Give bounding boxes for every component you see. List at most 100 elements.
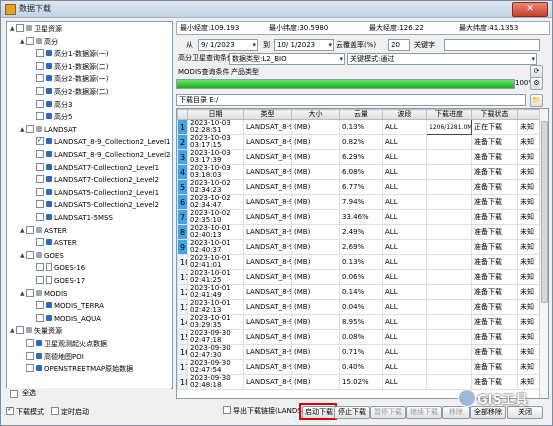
tree-node-checkbox[interactable] [36,49,44,58]
tree-node-checkbox[interactable] [36,263,44,272]
tree-node[interactable]: 高德地图POI [20,351,84,362]
row-number[interactable]: 12 [177,284,188,300]
table-row[interactable]: 102023-10-01 02:41:01LANDSAT_8-9...(MB)0… [177,254,541,270]
column-header[interactable]: 云量 [339,109,383,120]
row-number[interactable]: 1 [177,119,188,135]
row-number[interactable]: 11 [177,269,188,285]
tree-node-checkbox[interactable] [16,24,24,32]
tree-node[interactable]: 高分5 [30,112,72,122]
tree-node-checkbox[interactable] [36,187,44,196]
tree-node-checkbox[interactable] [36,112,44,121]
browse-folder-button[interactable]: 📁 [530,94,543,107]
table-row[interactable]: 52023-10-02 02:34:23LANDSAT_8-9...(MB)6.… [177,179,541,195]
table-row[interactable]: 162023-09-30 02:47:30LANDSAT_8-9...(MB)0… [177,344,541,360]
row-number[interactable]: 4 [177,164,188,180]
tree-node[interactable]: LANDSAT1-5MSS [30,213,113,223]
tree-node[interactable]: LANDSAT7-Collection2_Level1 [30,162,159,173]
table-row[interactable]: 172023-09-30 02:47:54LANDSAT_8-9...(MB)0… [177,359,541,375]
table-row[interactable]: 132023-10-01 02:42:13LANDSAT_8-9...(MB)0… [177,299,541,315]
column-header[interactable] [517,109,541,120]
row-number[interactable]: 17 [177,359,188,375]
row-number[interactable]: 8 [177,224,188,240]
to-date-picker[interactable]: 10/ 1/2023 [274,39,334,51]
tree-node-checkbox[interactable] [36,87,44,95]
row-number[interactable]: 10 [177,254,188,270]
tree-node-checkbox[interactable] [26,364,34,373]
tree-node[interactable]: ▲ MODIS [20,288,67,299]
column-header[interactable]: 下载进度 [426,109,472,120]
row-number[interactable]: 6 [177,194,188,210]
tree-node-checkbox[interactable] [36,276,44,284]
row-number[interactable]: 3 [177,149,188,165]
tree-node-checkbox[interactable] [26,339,34,347]
tree-node-checkbox[interactable] [36,99,44,108]
tree-node[interactable]: ▲ 矢量资源 [10,326,62,336]
table-row[interactable]: 12023-10-03 02:28:51LANDSAT_8-9...(MB)0.… [177,119,541,135]
row-number[interactable]: 9 [177,239,188,255]
select-all-checkbox[interactable] [10,390,18,398]
row-number[interactable]: 16 [177,344,188,360]
tree-node[interactable]: 高分1-数据源(二) [30,61,108,72]
tree-node[interactable]: 卫星观测起火点数据 [20,339,107,349]
row-number[interactable]: 13 [177,299,188,315]
table-row[interactable]: 122023-10-01 02:41:49LANDSAT_8-9...(MB)0… [177,284,541,300]
table-row[interactable]: 152023-09-30 02:47:18LANDSAT_8-9...(MB)0… [177,329,541,345]
tree-node-checkbox[interactable] [26,36,34,45]
resume-download-button[interactable]: 继续下载 [406,406,442,419]
table-scrollbar[interactable] [539,109,548,398]
tree-node[interactable]: 高分2-数据源(二) [30,87,108,97]
tree-node[interactable]: ASTER [30,238,77,248]
stop-download-button[interactable]: 停止下载 [334,406,370,419]
column-header[interactable]: 类型 [243,109,292,120]
tree-node[interactable]: 高分3 [30,99,72,110]
tree-node[interactable]: ▲ ASTER [20,225,67,236]
tree-node[interactable]: 高分1-数据源(一) [30,49,108,59]
row-number[interactable]: 2 [177,134,188,150]
table-row[interactable]: 92023-10-01 02:40:37LANDSAT_8-9...(MB)2.… [177,239,541,255]
scrollbar-thumb[interactable] [541,121,548,303]
tree-node[interactable]: ▲ LANDSAT [20,124,77,135]
row-number[interactable]: 15 [177,329,188,345]
tree-node[interactable]: LANDSAT_8-9_Collection2_Level2 [30,150,171,160]
pause-download-button[interactable]: 暂停下载 [370,406,406,419]
tree-node-checkbox[interactable] [26,124,34,133]
tree-node-checkbox[interactable] [26,225,34,234]
table-row[interactable]: 42023-10-03 03:18:03LANDSAT_8-9...(MB)6.… [177,164,541,180]
table-row[interactable]: 82023-10-01 02:40:13LANDSAT_8-9...(MB)2.… [177,224,541,240]
column-header[interactable]: 日期 [187,109,244,120]
tree-node-checkbox[interactable] [36,74,44,83]
tree-node-checkbox[interactable] [36,61,44,70]
tree-node-checkbox[interactable] [26,288,34,297]
tree-node[interactable]: MODIS_TERRA [30,301,104,311]
table-row[interactable]: 62023-10-02 02:34:47LANDSAT_8-9...(MB)7.… [177,194,541,210]
tree-node[interactable]: LANDSAT7-Collection2_Level2 [30,175,159,185]
tree-node-checkbox[interactable] [36,200,44,209]
download-dir-field[interactable]: 下载目录 E:/ [176,94,526,106]
settings-button[interactable]: ⚙ [530,77,543,90]
row-number[interactable]: 18 [177,374,188,390]
table-row[interactable]: 22023-10-03 03:17:15LANDSAT_8-9...(MB)0.… [177,134,541,150]
table-row[interactable]: 182023-09-30 02:48:18LANDSAT_8-9...(MB)1… [177,374,541,390]
column-header[interactable]: 波段 [382,109,427,120]
tree-node[interactable]: LANDSAT5-Collection2_Level2 [30,200,159,210]
tree-node-checkbox[interactable] [26,250,34,259]
column-header[interactable]: 下载状态 [471,109,518,120]
tree-node[interactable]: ▲ GOES [20,250,64,261]
tree-node-checkbox[interactable] [36,150,44,158]
resource-tree[interactable]: ▲ 卫星资源 ▲ 高分 高分1-数据源(一) 高分1-数据源(二) 高分2-数据源(一) 高分… [6,21,173,389]
table-row[interactable]: 142023-10-01 03:29:35LANDSAT_8-9...(MB)8… [177,314,541,330]
column-header[interactable]: 大小 [291,109,340,120]
tree-node-checkbox[interactable] [36,135,44,146]
keyword-input[interactable] [444,39,540,51]
gaofen-data-type-select[interactable]: 数据类型:L2_BIO [229,53,345,65]
tree-node[interactable]: GOES-17 [30,276,85,286]
tree-node-checkbox[interactable] [36,238,44,247]
tree-node-checkbox[interactable] [36,175,44,184]
download-mode-checkbox[interactable] [6,405,14,415]
tree-node[interactable]: MODIS_AQUA [30,313,101,324]
tree-node-checkbox[interactable] [36,213,44,221]
table-row[interactable]: 32023-10-03 03:17:39LANDSAT_8-9...(MB)6.… [177,149,541,165]
row-number[interactable]: 14 [177,314,188,330]
table-row[interactable]: 72023-10-02 02:35:10LANDSAT_8-9...(MB)33… [177,209,541,225]
remove-button[interactable]: 移除 [442,406,470,419]
